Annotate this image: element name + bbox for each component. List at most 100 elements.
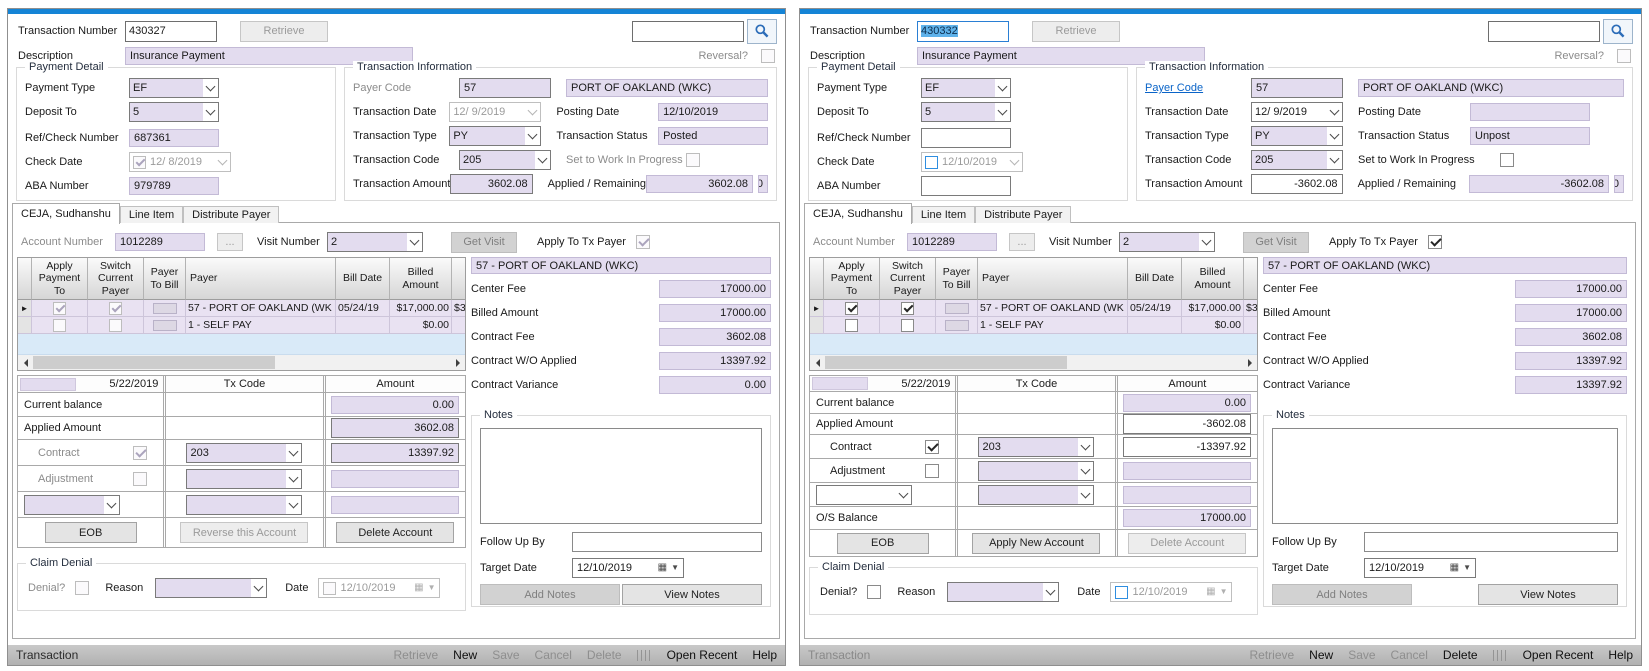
retrieve-button[interactable]: Retrieve <box>240 21 328 42</box>
delete-account-button[interactable]: Delete Account <box>336 522 454 543</box>
extra-code-dropdown[interactable] <box>978 485 1094 505</box>
notes-textarea[interactable] <box>480 428 762 524</box>
deposit-to-dropdown[interactable]: 5 <box>921 102 1011 122</box>
status-open-recent[interactable]: Open Recent <box>1523 648 1594 662</box>
transaction-number-input[interactable]: 430332 <box>917 21 1009 42</box>
scroll-left-button[interactable] <box>18 355 33 370</box>
get-visit-button[interactable]: Get Visit <box>451 232 517 253</box>
apply-tx-payer-checkbox[interactable] <box>636 235 650 249</box>
apply-payment-checkbox[interactable] <box>53 319 66 332</box>
scrollbar-track[interactable] <box>825 355 1242 370</box>
check-date-checkbox[interactable] <box>133 156 146 169</box>
tab-distribute-payer[interactable]: Distribute Payer <box>183 206 279 223</box>
transaction-code-dropdown[interactable]: 205 <box>459 150 551 170</box>
scroll-right-button[interactable] <box>1242 355 1257 370</box>
scroll-right-button[interactable] <box>450 355 465 370</box>
adjustment-checkbox[interactable] <box>133 472 147 486</box>
adjustment-code-dropdown[interactable] <box>186 469 302 489</box>
status-retrieve[interactable]: Retrieve <box>393 648 438 662</box>
search-input[interactable] <box>1488 21 1600 42</box>
extra-type-dropdown[interactable] <box>24 495 120 515</box>
denial-date-checkbox[interactable] <box>323 582 336 595</box>
status-cancel[interactable]: Cancel <box>1391 648 1428 662</box>
view-notes-button[interactable]: View Notes <box>622 584 762 605</box>
tab-patient[interactable]: CEJA, Sudhanshu <box>804 203 912 224</box>
set-wip-checkbox[interactable] <box>686 153 700 167</box>
follow-up-input[interactable] <box>1364 532 1618 552</box>
apply-payment-checkbox[interactable] <box>845 302 858 315</box>
switch-payer-checkbox[interactable] <box>901 302 914 315</box>
table-row[interactable]: 1 - SELF PAY $0.00 <box>18 317 465 334</box>
scrollbar-thumb[interactable] <box>33 356 275 369</box>
scrollbar-thumb[interactable] <box>825 356 1067 369</box>
applied-amount-field[interactable]: -3602.08 <box>1123 414 1251 434</box>
payment-type-dropdown[interactable]: EF <box>129 78 219 98</box>
search-input[interactable] <box>632 21 744 42</box>
eob-button[interactable]: EOB <box>837 533 929 554</box>
check-date-checkbox[interactable] <box>925 156 938 169</box>
adjustment-checkbox[interactable] <box>925 464 939 478</box>
add-notes-button[interactable]: Add Notes <box>1272 584 1412 605</box>
denial-date-picker[interactable]: 12/10/2019 ▦▼ <box>318 578 440 598</box>
view-notes-button[interactable]: View Notes <box>1478 584 1618 605</box>
apply-tx-payer-checkbox[interactable] <box>1428 235 1442 249</box>
denial-date-checkbox[interactable] <box>1115 586 1128 599</box>
visit-number-dropdown[interactable]: 2 <box>327 232 423 252</box>
payer-to-bill-cell[interactable] <box>945 320 969 331</box>
contract-checkbox[interactable] <box>133 446 147 460</box>
transaction-code-dropdown[interactable]: 205 <box>1251 150 1343 170</box>
transaction-date-picker[interactable]: 12/ 9/2019 <box>449 102 541 122</box>
tab-distribute-payer[interactable]: Distribute Payer <box>975 206 1071 223</box>
account-lookup-button[interactable]: ... <box>1009 233 1035 251</box>
status-delete[interactable]: Delete <box>587 648 622 662</box>
deposit-to-dropdown[interactable]: 5 <box>129 102 219 122</box>
reverse-account-button[interactable]: Reverse this Account <box>180 522 308 543</box>
add-notes-button[interactable]: Add Notes <box>480 584 620 605</box>
status-open-recent[interactable]: Open Recent <box>667 648 738 662</box>
reason-dropdown[interactable] <box>947 582 1059 602</box>
status-delete[interactable]: Delete <box>1443 648 1478 662</box>
reason-dropdown[interactable] <box>155 578 267 598</box>
ref-check-field[interactable] <box>921 128 1011 148</box>
status-save[interactable]: Save <box>1348 648 1375 662</box>
apply-payment-checkbox[interactable] <box>845 319 858 332</box>
transaction-type-dropdown[interactable]: PY <box>449 126 541 146</box>
contract-checkbox[interactable] <box>925 440 939 454</box>
switch-payer-checkbox[interactable] <box>109 302 122 315</box>
denial-checkbox[interactable] <box>867 585 881 599</box>
status-cancel[interactable]: Cancel <box>535 648 572 662</box>
transaction-type-dropdown[interactable]: PY <box>1251 126 1343 146</box>
denial-checkbox[interactable] <box>75 581 89 595</box>
eob-button[interactable]: EOB <box>45 522 137 543</box>
tab-line-item[interactable]: Line Item <box>912 206 975 223</box>
delete-account-button[interactable]: Delete Account <box>1128 533 1246 554</box>
check-date-picker[interactable]: 12/ 8/2019 <box>129 152 231 172</box>
status-save[interactable]: Save <box>492 648 519 662</box>
target-date-picker[interactable]: 12/10/2019 ▦▼ <box>1364 558 1476 578</box>
payment-type-dropdown[interactable]: EF <box>921 78 1011 98</box>
contract-amount-field[interactable]: -13397.92 <box>1123 437 1251 457</box>
reversal-checkbox[interactable] <box>761 49 775 63</box>
account-lookup-button[interactable]: ... <box>217 233 243 251</box>
transaction-date-picker[interactable]: 12/ 9/2019 <box>1251 102 1343 122</box>
switch-payer-checkbox[interactable] <box>901 319 914 332</box>
notes-textarea[interactable] <box>1272 428 1618 524</box>
table-row[interactable]: ► 57 - PORT OF OAKLAND (WK 05/24/19 $17,… <box>18 300 465 317</box>
denial-date-picker[interactable]: 12/10/2019 ▦▼ <box>1110 582 1232 602</box>
extra-code-dropdown[interactable] <box>186 495 302 515</box>
check-date-picker[interactable]: 12/10/2019 <box>921 152 1023 172</box>
scroll-left-button[interactable] <box>810 355 825 370</box>
transaction-number-input[interactable]: 430327 <box>125 21 217 42</box>
get-visit-button[interactable]: Get Visit <box>1243 232 1309 253</box>
tab-line-item[interactable]: Line Item <box>120 206 183 223</box>
follow-up-input[interactable] <box>572 532 762 552</box>
status-help[interactable]: Help <box>752 648 777 662</box>
set-wip-checkbox[interactable] <box>1500 153 1514 167</box>
switch-payer-checkbox[interactable] <box>109 319 122 332</box>
table-row[interactable]: ► 57 - PORT OF OAKLAND (WK 05/24/19 $17,… <box>810 300 1257 317</box>
apply-payment-checkbox[interactable] <box>53 302 66 315</box>
status-retrieve[interactable]: Retrieve <box>1249 648 1294 662</box>
tab-patient[interactable]: CEJA, Sudhanshu <box>12 203 120 224</box>
extra-type-dropdown[interactable] <box>816 485 912 505</box>
search-button[interactable] <box>1603 19 1633 44</box>
